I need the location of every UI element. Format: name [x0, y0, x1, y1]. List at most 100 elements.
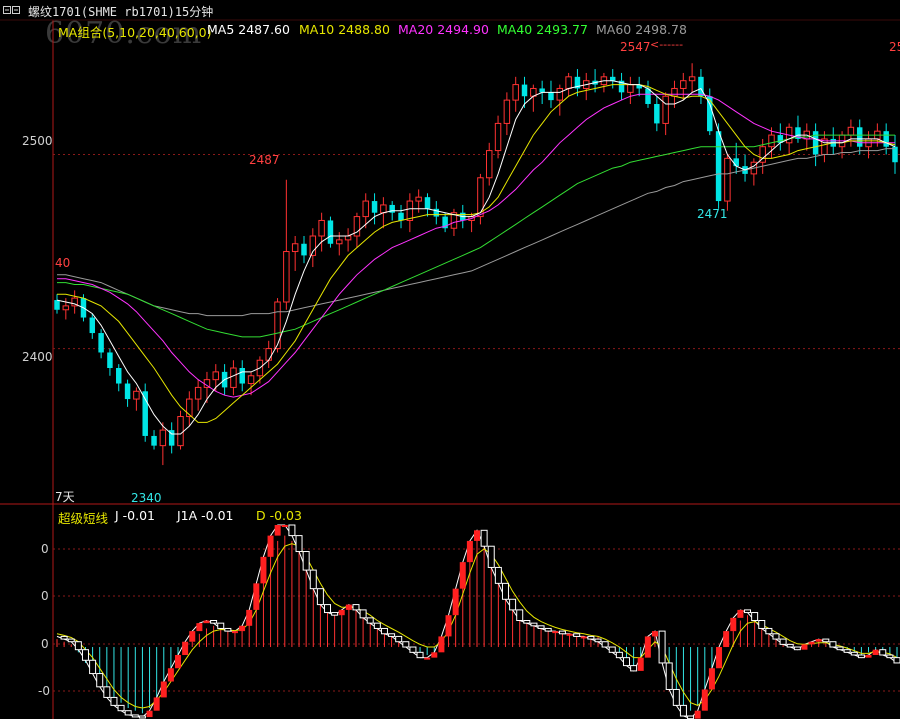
candle-body [512, 84, 519, 101]
indicator-box [196, 623, 203, 632]
indicator-box [117, 704, 125, 712]
indicator-box [60, 635, 68, 640]
indicator-box [580, 636, 587, 639]
candle-body [680, 80, 687, 89]
indicator-box [452, 588, 459, 616]
indicator-box [345, 604, 352, 610]
ma40-line [57, 134, 895, 338]
indicator-box [217, 622, 225, 629]
candle-body [548, 92, 554, 101]
indicator-box [67, 638, 75, 643]
indicator-box [679, 704, 687, 717]
candle-body [124, 383, 131, 400]
candle-body [724, 157, 731, 202]
indicator-box [608, 646, 616, 653]
indicator-box [765, 627, 773, 635]
ma-legend-item-4: MA40 2493.77 [497, 22, 588, 37]
indicator-box [893, 657, 900, 664]
indicator-box [701, 689, 708, 711]
indicator-box [793, 646, 801, 651]
price-tick-2500: 2500 [22, 134, 53, 148]
candle-body [301, 243, 307, 256]
ma-legend-item-1: MA5 2487.60 [207, 22, 290, 37]
candle-body [247, 375, 255, 385]
candle-body [230, 367, 237, 388]
candle-body [654, 104, 660, 124]
indicator-box [189, 631, 196, 642]
indicator-box [487, 545, 495, 568]
candle-body [283, 251, 290, 303]
annotation-arrow: <------ [650, 38, 684, 51]
ma-legend-item-0: MA组合(5,10,20,40,60,0) [58, 25, 212, 40]
indicator-box [530, 622, 538, 627]
indicator-box [438, 636, 445, 653]
indicator-box [373, 622, 381, 629]
candle-body [194, 386, 202, 400]
indicator-box [480, 529, 488, 547]
price-tick-2400: 2400 [22, 350, 53, 364]
candle-body [556, 87, 564, 101]
candle-body [142, 391, 148, 436]
ma-legend-item-2: MA10 2488.80 [299, 22, 390, 37]
indicator-box [829, 641, 837, 648]
indicator-box [879, 649, 887, 656]
indicator-box [74, 641, 82, 651]
indicator-box [210, 620, 218, 624]
ma5-line [56, 80, 896, 435]
indicator-box [324, 604, 332, 614]
indicator-box [416, 651, 424, 659]
candle-body [133, 390, 140, 400]
indicator-box [836, 646, 844, 651]
indicator-box [203, 620, 210, 624]
indicator-box [658, 630, 666, 664]
candle-body [371, 201, 378, 213]
candle-body [847, 126, 855, 136]
indicator-box [857, 654, 865, 659]
indicator-box [843, 649, 851, 653]
candle-body [565, 76, 572, 89]
candle-body [159, 429, 167, 447]
candle-body [327, 220, 334, 244]
indicator-box [751, 612, 759, 622]
candle-body [265, 348, 272, 361]
candle-body [688, 76, 696, 82]
indicator-box [723, 631, 730, 648]
indicator-box [253, 583, 260, 610]
candle-body [362, 200, 369, 218]
indicator-box [424, 657, 431, 660]
indicator-box [81, 649, 89, 661]
indicator-box [665, 662, 673, 690]
candle-body [768, 134, 775, 148]
candle-body [116, 368, 122, 384]
candle-body [883, 131, 889, 147]
indicator-box [316, 588, 324, 606]
chart-canvas [0, 19, 900, 719]
indicator-tick-1: 0 [41, 542, 49, 556]
indicator-box [409, 646, 417, 653]
indicator-box [601, 641, 609, 648]
indicator-legend-item-2: J1A -0.01 [177, 508, 234, 523]
indicator-box [474, 530, 480, 541]
indicator-box [182, 641, 189, 655]
ma-legend-item-5: MA60 2498.78 [596, 22, 687, 37]
day-label: 7天 [55, 490, 75, 504]
candle-body [609, 76, 616, 81]
indicator-box [758, 620, 766, 629]
indicator-box [302, 551, 310, 571]
indicator-box [466, 540, 473, 563]
indicator-box [672, 688, 680, 706]
candle-body [698, 76, 704, 97]
candle-body [274, 301, 281, 350]
annotation-low-2340: 2340 [131, 491, 162, 505]
indicator-box [402, 641, 410, 648]
indicator-box [651, 631, 658, 637]
candle-body [62, 305, 70, 311]
indicator-box [167, 668, 174, 682]
candle-body [406, 200, 414, 221]
indicator-tick-3: 0 [41, 637, 49, 651]
indicator-box [822, 638, 830, 643]
indicator-box [815, 639, 822, 642]
candle-body [415, 196, 422, 202]
indicator-box [501, 582, 509, 600]
indicator-box [359, 609, 367, 619]
